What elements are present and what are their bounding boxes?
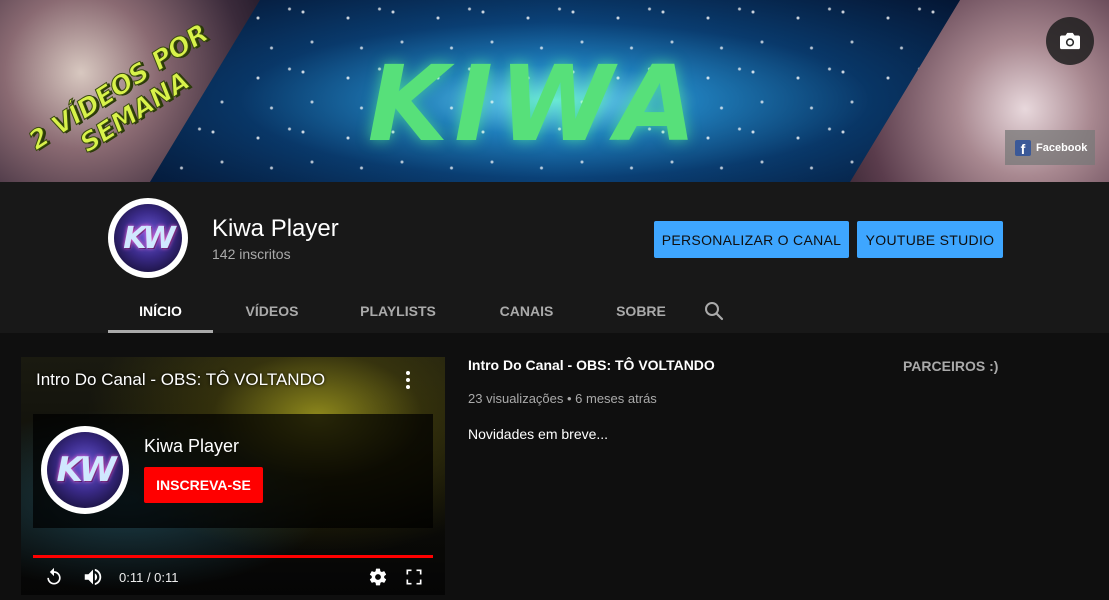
endcard-channel-name[interactable]: Kiwa Player [144,436,239,457]
facebook-link[interactable]: f Facebook [1005,130,1095,165]
endcard-avatar[interactable]: KW [41,426,129,514]
progress-bar[interactable] [33,555,433,558]
edit-banner-button[interactable] [1046,17,1094,65]
video-title[interactable]: Intro Do Canal - OBS: TÔ VOLTANDO [468,357,715,373]
channel-name: Kiwa Player [212,215,339,242]
volume-button[interactable] [82,566,104,588]
volume-icon [84,568,102,586]
channel-header: KW Kiwa Player 142 inscritos PERSONALIZA… [0,182,1109,333]
tab-canais[interactable]: CANAIS [465,288,588,333]
replay-button[interactable] [43,566,65,588]
banner-logo: KIWA [367,43,703,165]
video-description: Novidades em breve... [468,426,609,442]
time-display: 0:11 / 0:11 [119,570,179,585]
search-icon [705,301,724,320]
youtube-studio-button[interactable]: YOUTUBE STUDIO [857,221,1003,258]
channel-banner: 2 VÍDEOS POR SEMANA KIWA f Facebook [0,0,1109,182]
featured-channels-title: PARCEIROS :) [903,358,999,374]
facebook-icon: f [1015,139,1031,156]
endcard-subscribe-panel: KW Kiwa Player INSCREVA-SE [33,414,433,528]
more-options-button[interactable] [398,369,418,391]
fullscreen-icon [406,569,422,585]
gear-icon [369,568,387,586]
facebook-link-label: Facebook [1036,141,1088,154]
camera-icon [1060,32,1080,50]
tab-inicio[interactable]: INÍCIO [108,288,213,333]
channel-search-button[interactable] [694,288,734,333]
settings-button[interactable] [367,566,389,588]
tab-playlists[interactable]: PLAYLISTS [331,288,465,333]
tab-videos[interactable]: VÍDEOS [213,288,331,333]
player-controls: 0:11 / 0:11 [33,562,433,592]
featured-video-player[interactable]: Intro Do Canal - OBS: TÔ VOLTANDO KW Kiw… [21,357,445,595]
endcard-avatar-initials: KW [47,432,123,508]
replay-icon [47,567,61,585]
subscriber-count: 142 inscritos [212,246,291,262]
channel-tabs: INÍCIO VÍDEOS PLAYLISTS CANAIS SOBRE [108,288,734,333]
subscribe-button[interactable]: INSCREVA-SE [144,467,263,503]
avatar-initials: KW [114,204,182,272]
player-title[interactable]: Intro Do Canal - OBS: TÔ VOLTANDO [36,370,325,390]
more-vert-icon [406,371,410,375]
customize-channel-button[interactable]: PERSONALIZAR O CANAL [654,221,849,258]
channel-content: Intro Do Canal - OBS: TÔ VOLTANDO KW Kiw… [0,333,1109,600]
video-meta: 23 visualizações • 6 meses atrás [468,391,657,406]
channel-avatar[interactable]: KW [108,198,188,278]
tab-sobre[interactable]: SOBRE [588,288,694,333]
fullscreen-button[interactable] [403,566,425,588]
